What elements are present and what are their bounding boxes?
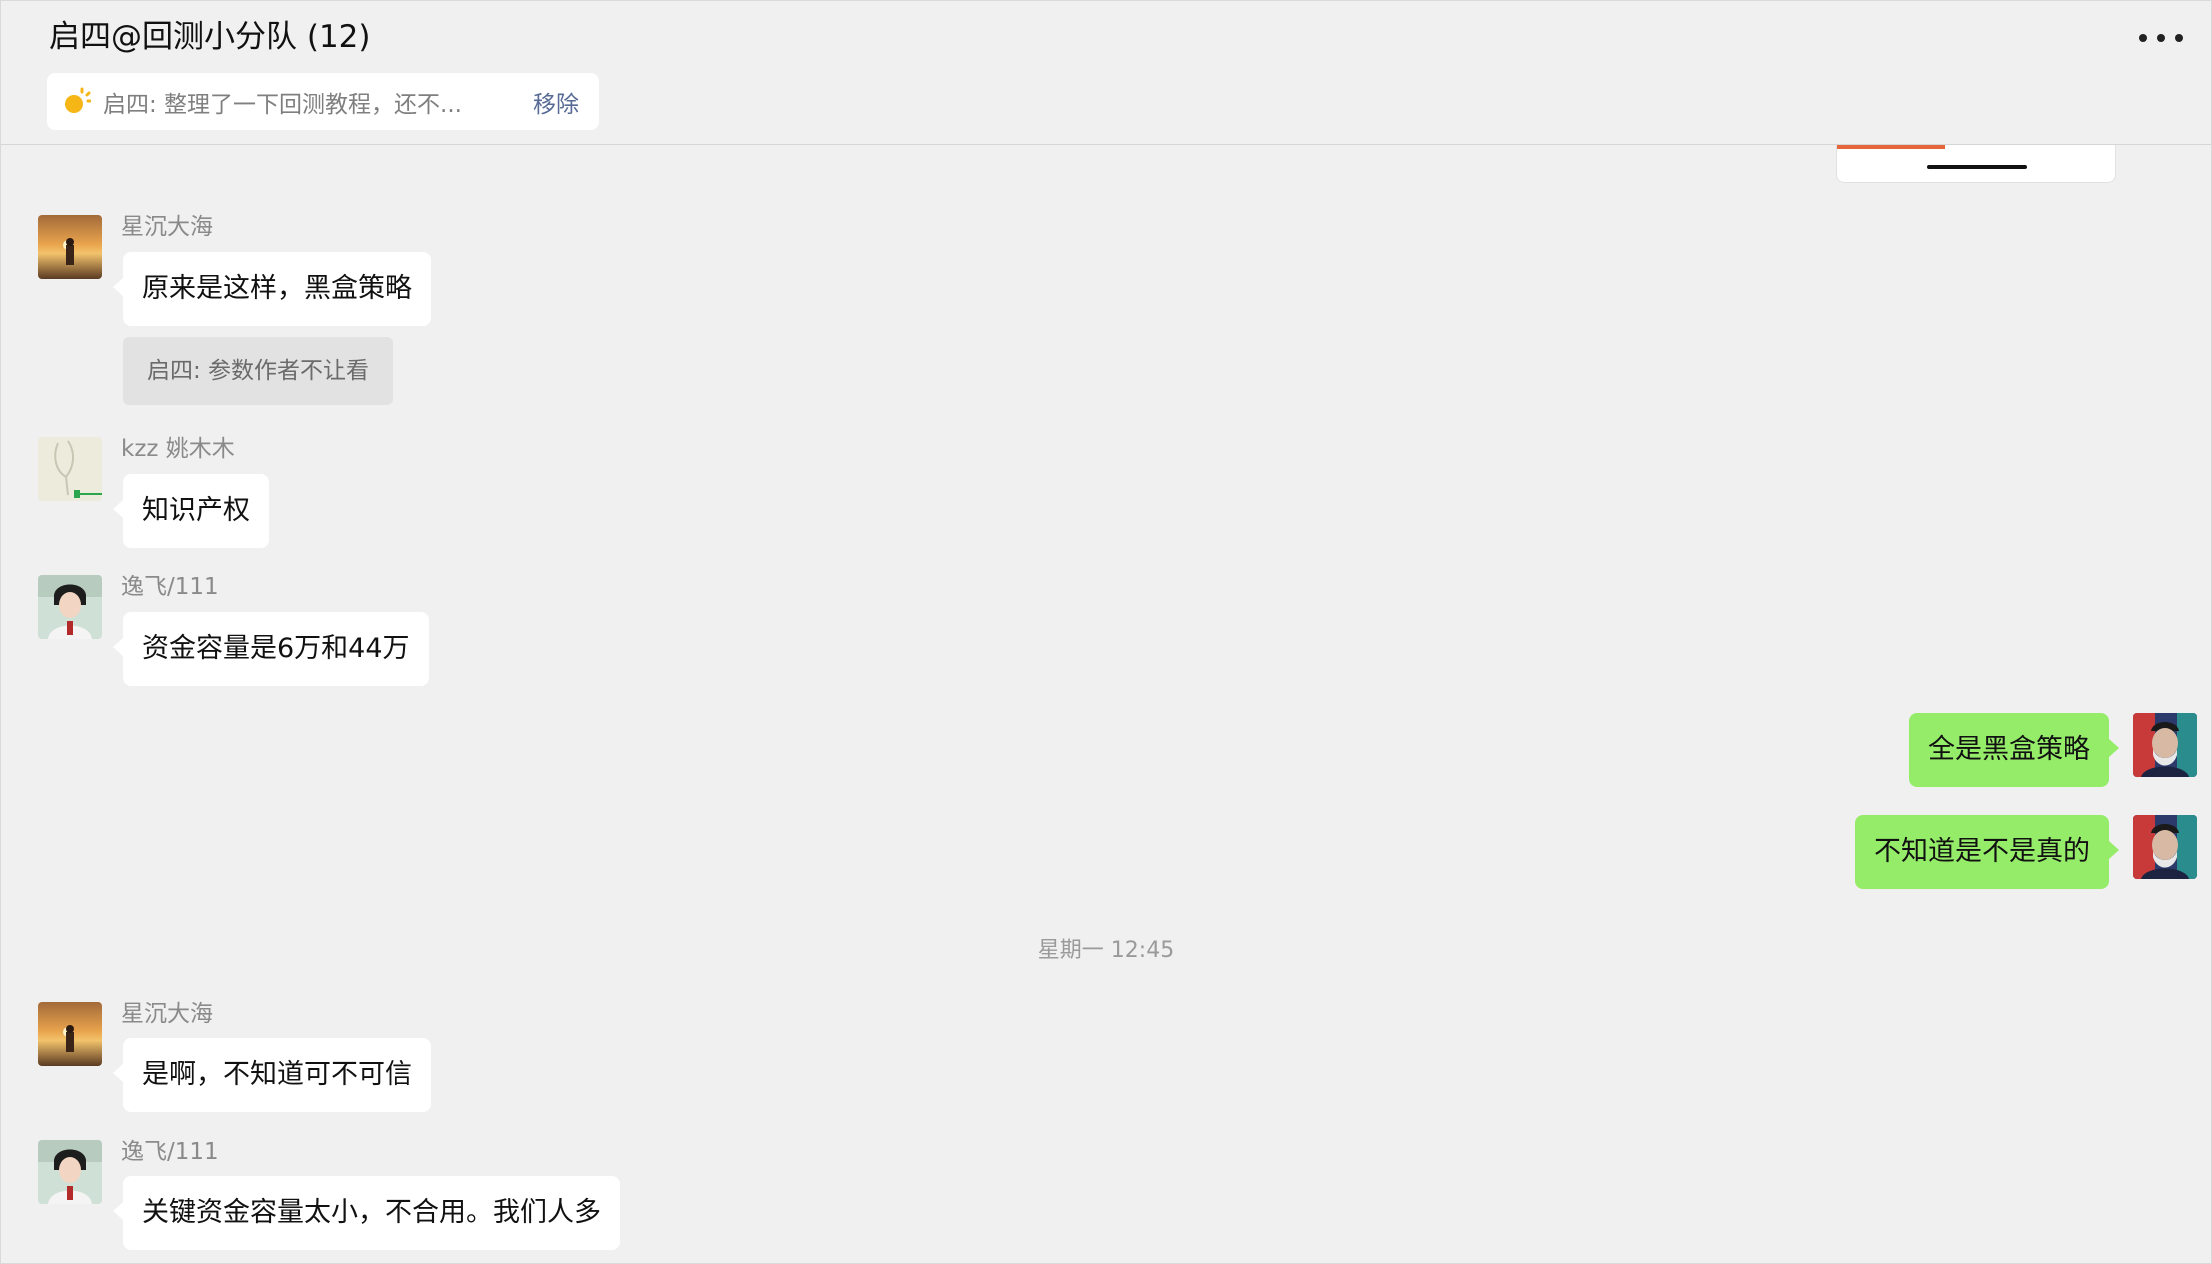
avatar-self[interactable]: [2133, 713, 2197, 777]
message-bubble[interactable]: 原来是这样，黑盒策略: [113, 252, 431, 326]
pinned-message-bar[interactable]: 启四: 整理了一下回测教程，还不... 移除: [47, 73, 599, 130]
message-bubble-self[interactable]: 全是黑盒策略: [1909, 713, 2119, 787]
timestamp-divider: 星期一 12:45: [1037, 938, 1175, 963]
chat-header: 启四@回测小分队 (12) 启四: 整理了一下回测教程，还不... 移除: [1, 1, 2211, 145]
sender-name: 逸飞/111: [121, 574, 219, 600]
message-bubble-self[interactable]: 不知道是不是真的: [1855, 815, 2119, 889]
avatar[interactable]: [38, 437, 102, 501]
message-bubble[interactable]: 关键资金容量太小，不合用。我们人多: [113, 1176, 620, 1250]
quoted-reply[interactable]: 启四: 参数作者不让看: [123, 337, 394, 405]
avatar-self[interactable]: [2133, 815, 2197, 879]
message-bubble[interactable]: 资金容量是6万和44万: [113, 612, 429, 686]
avatar[interactable]: [38, 215, 102, 279]
message-list[interactable]: ···· 星沉大海 原来是这样，黑盒策略: [1, 145, 2211, 1263]
chat-window: 启四@回测小分队 (12) 启四: 整理了一下回测教程，还不... 移除 ···: [0, 0, 2212, 1264]
sun-pin-icon: [61, 87, 91, 117]
message-bubble[interactable]: 知识产权: [113, 474, 269, 548]
sender-name: 逸飞/111: [121, 1139, 219, 1165]
sender-name: 星沉大海: [121, 1001, 213, 1027]
pinned-message-text[interactable]: 启四: 整理了一下回测教程，还不...: [103, 85, 515, 119]
chat-title: 启四@回测小分队 (12): [49, 19, 371, 55]
pinned-remove-link[interactable]: 移除: [533, 85, 579, 119]
sender-name: 星沉大海: [121, 214, 213, 240]
avatar[interactable]: [38, 1140, 102, 1204]
image-message-preview[interactable]: ····: [1836, 145, 2116, 183]
more-dots-icon: [2139, 34, 2147, 42]
avatar[interactable]: [38, 575, 102, 639]
message-bubble[interactable]: 是啊，不知道可不可信: [113, 1038, 431, 1112]
sender-name: kzz 姚木木: [121, 436, 235, 462]
avatar[interactable]: [38, 1002, 102, 1066]
more-options-button[interactable]: [2139, 23, 2183, 53]
